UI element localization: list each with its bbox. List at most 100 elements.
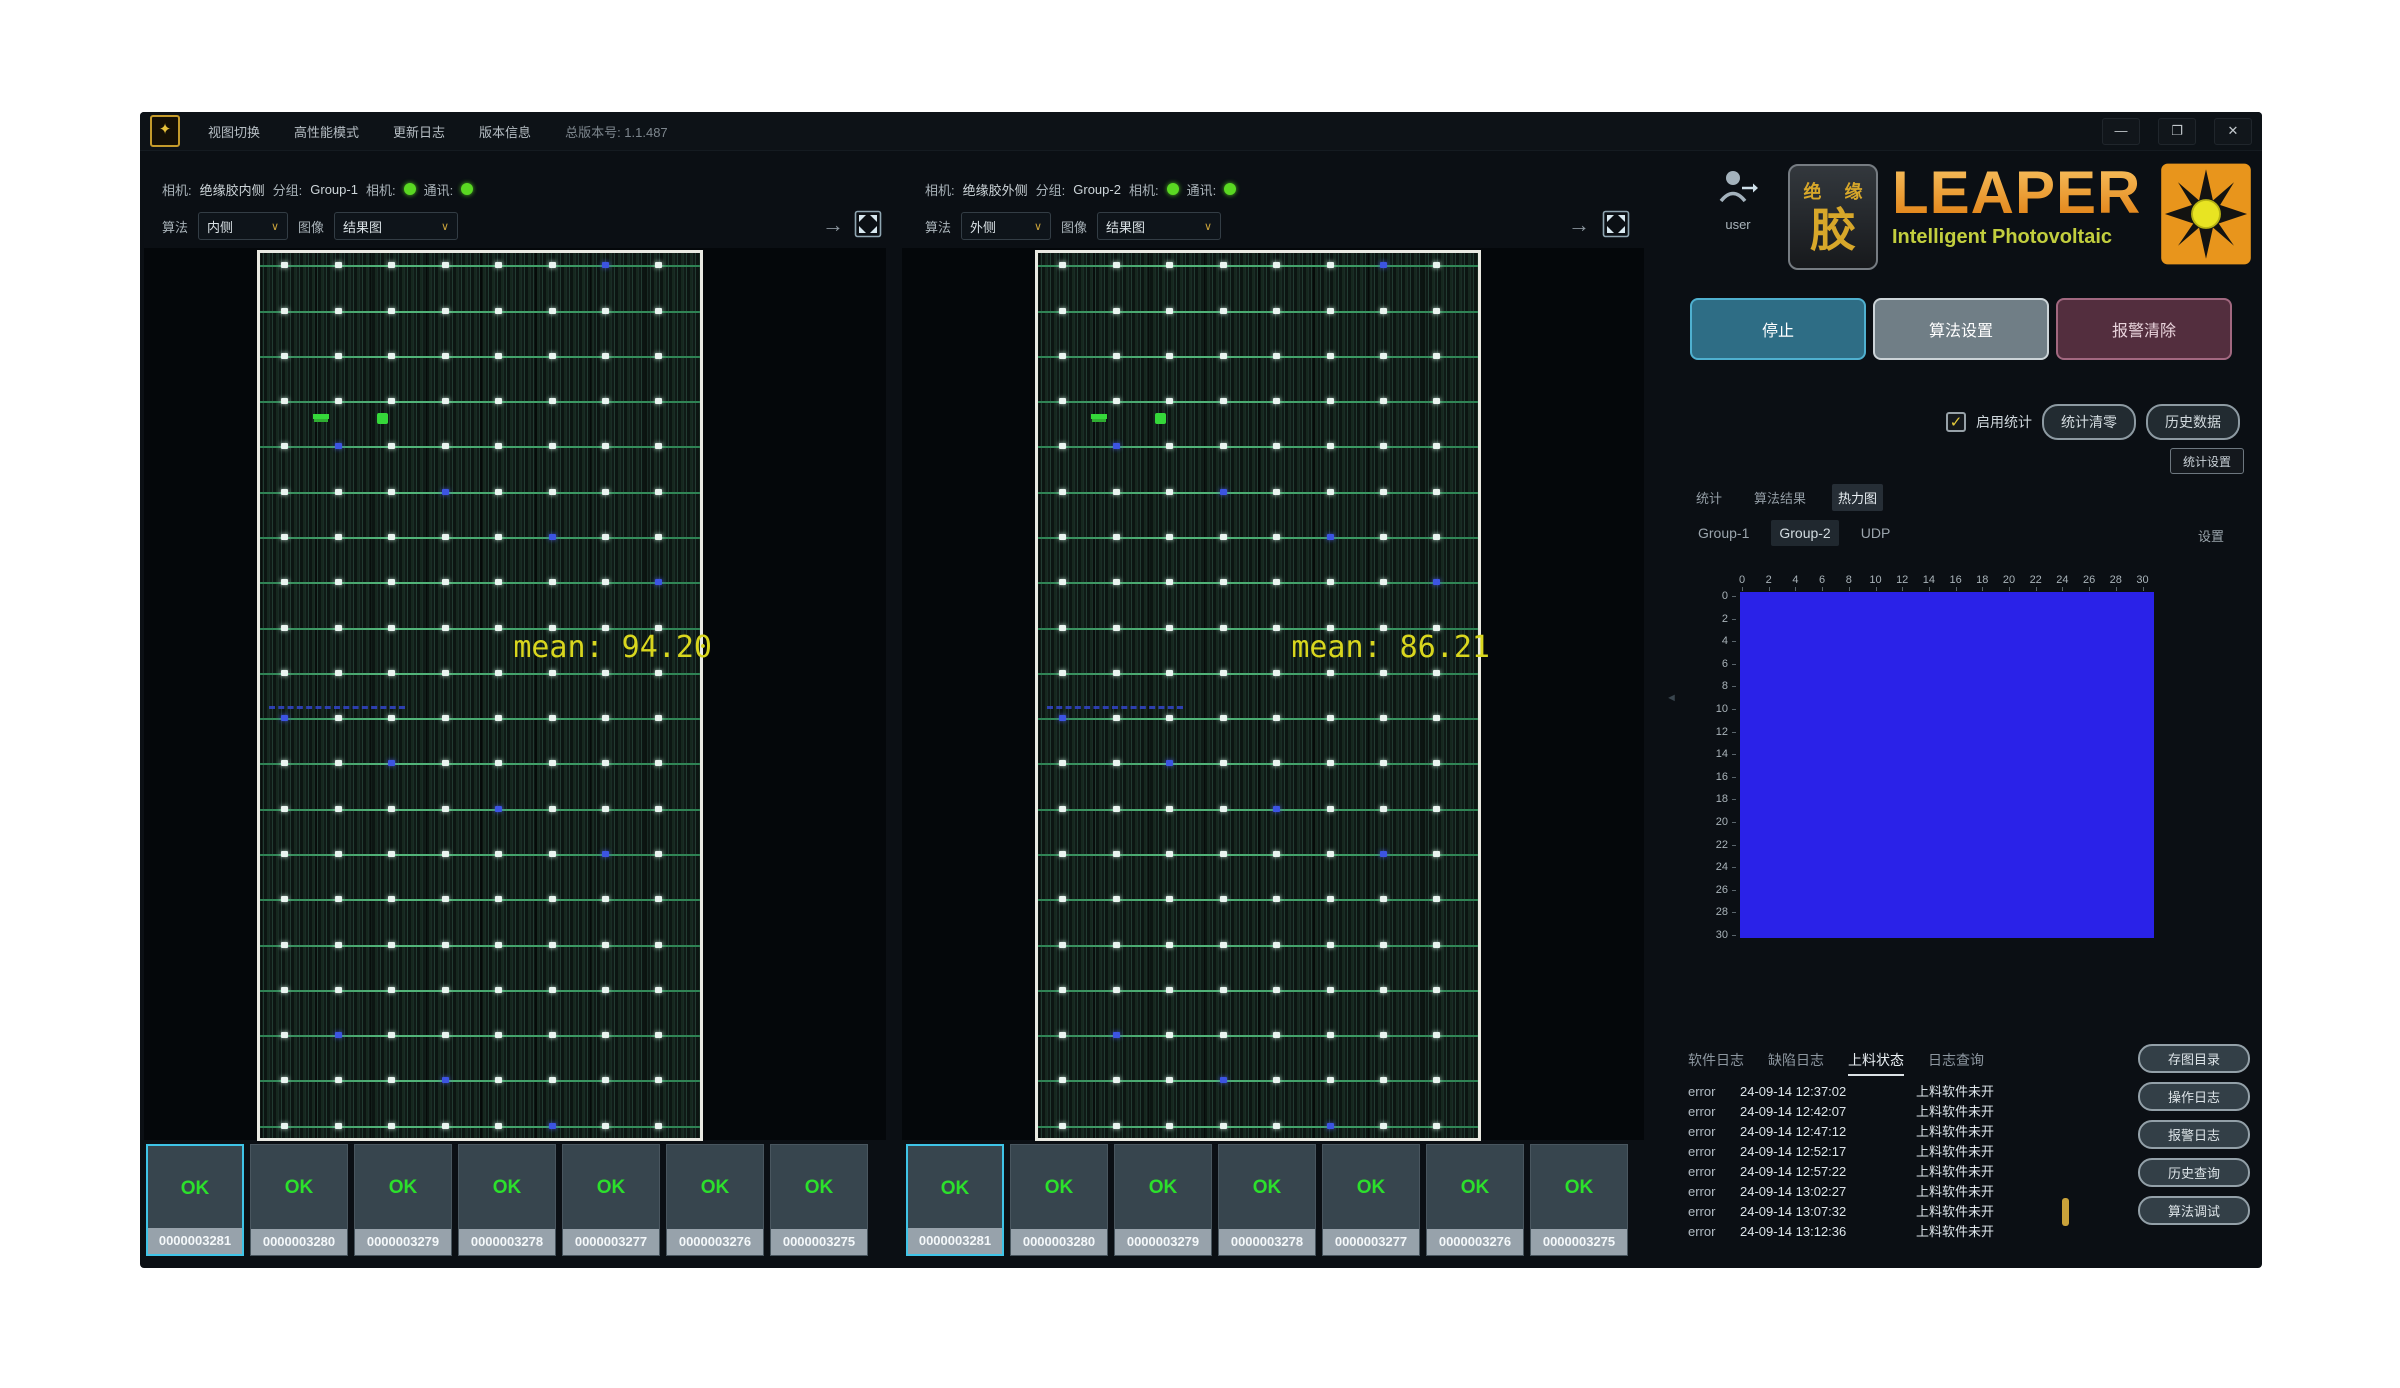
solder-dot xyxy=(495,534,502,540)
log-button-4[interactable]: 算法调试 xyxy=(2138,1196,2250,1225)
result-tile[interactable]: OK0000003279 xyxy=(354,1144,452,1256)
tab-日志查询[interactable]: 日志查询 xyxy=(1928,1050,1984,1076)
comm-status-dot xyxy=(461,183,473,195)
titlebar: ✦ 视图切换高性能模式更新日志版本信息 总版本号: 1.1.487 — ❐ ✕ xyxy=(140,112,2262,151)
log-row: error24-09-14 13:02:27上料软件未开 xyxy=(1688,1182,2118,1202)
heatmap-x-tickmark xyxy=(1742,587,1743,591)
log-row: error24-09-14 12:57:22上料软件未开 xyxy=(1688,1162,2118,1182)
stats-reset-button[interactable]: 统计清零 xyxy=(2042,404,2136,440)
tab-算法结果[interactable]: 算法结果 xyxy=(1748,484,1812,511)
collapse-sidebar-icon[interactable]: ◄ xyxy=(1666,692,1677,704)
result-tile[interactable]: OK0000003280 xyxy=(1010,1144,1108,1256)
solder-dot xyxy=(442,534,449,540)
minimize-button[interactable]: — xyxy=(2102,118,2140,145)
tile-serial-number: 0000003276 xyxy=(1427,1229,1523,1255)
heatmap-y-tickmark xyxy=(1732,799,1736,800)
solder-dot xyxy=(281,308,288,314)
solder-dot xyxy=(388,942,395,948)
tab-上料状态[interactable]: 上料状态 xyxy=(1848,1050,1904,1076)
log-button-3[interactable]: 历史查询 xyxy=(2138,1158,2250,1187)
result-tile[interactable]: OK0000003276 xyxy=(1426,1144,1524,1256)
stop-button[interactable]: 停止 xyxy=(1690,298,1866,360)
tab-Group-1[interactable]: Group-1 xyxy=(1690,520,1757,546)
algo-settings-button[interactable]: 算法设置 xyxy=(1873,298,2049,360)
image-dropdown[interactable]: 结果图 ∨ xyxy=(334,212,458,240)
image-dropdown[interactable]: 结果图 ∨ xyxy=(1097,212,1221,240)
solder-dot xyxy=(602,534,609,540)
fullscreen-icon[interactable] xyxy=(1602,210,1632,240)
tab-Group-2[interactable]: Group-2 xyxy=(1771,520,1838,546)
result-tile[interactable]: OK0000003277 xyxy=(562,1144,660,1256)
solder-dot xyxy=(1113,262,1120,268)
log-button-1[interactable]: 操作日志 xyxy=(2138,1082,2250,1111)
tile-serial-number: 0000003275 xyxy=(771,1229,867,1255)
busbar-line xyxy=(1038,809,1478,811)
menu-item-0[interactable]: 视图切换 xyxy=(208,122,260,141)
solder-dot xyxy=(655,942,662,948)
menu-item-2[interactable]: 更新日志 xyxy=(393,122,445,141)
defect-mark xyxy=(313,414,329,419)
solder-dot xyxy=(1166,625,1173,631)
tab-软件日志[interactable]: 软件日志 xyxy=(1688,1050,1744,1076)
solder-dot xyxy=(1113,1077,1120,1083)
solder-dot xyxy=(1059,262,1066,268)
solder-dot xyxy=(1327,398,1334,404)
heatmap-y-tickmark xyxy=(1732,596,1736,597)
solder-dot xyxy=(1113,806,1120,812)
log-message: 上料软件未开 xyxy=(1916,1122,1994,1142)
result-tile[interactable]: OK0000003277 xyxy=(1322,1144,1420,1256)
solder-dot xyxy=(495,1123,502,1129)
solder-dot xyxy=(602,1123,609,1129)
history-data-button[interactable]: 历史数据 xyxy=(2146,404,2240,440)
tab-热力图[interactable]: 热力图 xyxy=(1832,484,1883,511)
user-switch[interactable]: user xyxy=(1712,168,1764,232)
result-tile[interactable]: OK0000003279 xyxy=(1114,1144,1212,1256)
camera-label: 相机: xyxy=(162,180,192,199)
heatmap-y-tick: 30 xyxy=(1698,929,1728,941)
algo-dropdown[interactable]: 内侧 ∨ xyxy=(198,212,288,240)
restore-button[interactable]: ❐ xyxy=(2158,118,2196,145)
menu-item-1[interactable]: 高性能模式 xyxy=(294,122,359,141)
fullscreen-icon[interactable] xyxy=(854,210,884,240)
log-message: 上料软件未开 xyxy=(1916,1182,1994,1202)
heatmap-x-tickmark xyxy=(1956,587,1957,591)
close-button[interactable]: ✕ xyxy=(2214,118,2252,145)
brand-name: LEAPER xyxy=(1892,162,2162,224)
log-button-2[interactable]: 报警日志 xyxy=(2138,1120,2250,1149)
solder-dot xyxy=(1220,760,1227,766)
tab-UDP[interactable]: UDP xyxy=(1853,520,1899,546)
tile-serial-number: 0000003281 xyxy=(148,1228,242,1254)
solder-dot xyxy=(1273,942,1280,948)
stats-settings-button[interactable]: 统计设置 xyxy=(2170,448,2244,474)
result-tile[interactable]: OK0000003276 xyxy=(666,1144,764,1256)
tab-统计[interactable]: 统计 xyxy=(1690,484,1728,511)
result-tile[interactable]: OK0000003278 xyxy=(1218,1144,1316,1256)
solder-dot xyxy=(281,1032,288,1038)
solder-dot xyxy=(602,443,609,449)
alarm-clear-button[interactable]: 报警清除 xyxy=(2056,298,2232,360)
solder-dot xyxy=(602,670,609,676)
result-tile[interactable]: OK0000003281 xyxy=(146,1144,244,1256)
solder-dot xyxy=(602,715,609,721)
result-tile[interactable]: OK0000003275 xyxy=(1530,1144,1628,1256)
heatmap-y-tick: 4 xyxy=(1698,635,1728,647)
enable-stats-checkbox[interactable]: ✓ xyxy=(1946,412,1966,432)
result-tile[interactable]: OK0000003281 xyxy=(906,1144,1004,1256)
log-button-0[interactable]: 存图目录 xyxy=(2138,1044,2250,1073)
result-tile[interactable]: OK0000003278 xyxy=(458,1144,556,1256)
solder-dot xyxy=(1113,308,1120,314)
solder-dot xyxy=(602,579,609,585)
heatmap-settings-link[interactable]: 设置 xyxy=(2198,526,2224,545)
solder-dot xyxy=(1166,942,1173,948)
algo-dropdown[interactable]: 外侧 ∨ xyxy=(961,212,1051,240)
heatmap-x-tick: 0 xyxy=(1739,574,1745,586)
result-tile[interactable]: OK0000003275 xyxy=(770,1144,868,1256)
busbar-line xyxy=(1038,945,1478,947)
result-tile[interactable]: OK0000003280 xyxy=(250,1144,348,1256)
menu-item-3[interactable]: 版本信息 xyxy=(479,122,531,141)
log-message: 上料软件未开 xyxy=(1916,1142,1994,1162)
scrollbar-thumb[interactable] xyxy=(2062,1198,2069,1226)
solder-dot xyxy=(655,262,662,268)
solder-dot xyxy=(1273,987,1280,993)
tab-缺陷日志[interactable]: 缺陷日志 xyxy=(1768,1050,1824,1076)
